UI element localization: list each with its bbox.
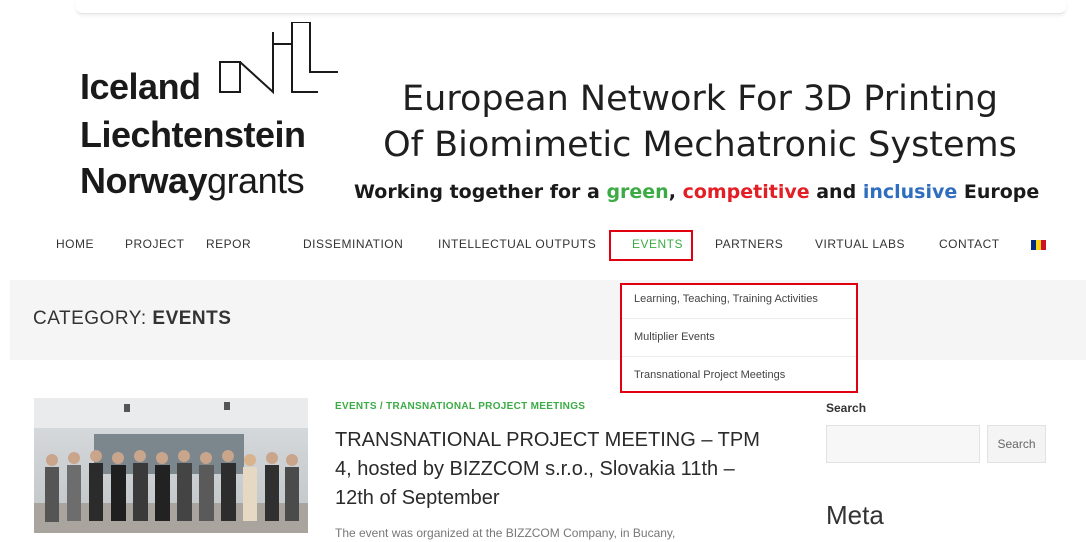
- sidebar-search-input[interactable]: [826, 425, 980, 463]
- tagline-part-4: Europe: [957, 181, 1040, 203]
- events-dropdown-menu: Learning, Teaching, Training Activities …: [620, 283, 858, 393]
- sidebar-search-button[interactable]: Search: [987, 425, 1046, 463]
- site-title-line-1: European Network For 3D Printing: [402, 79, 998, 119]
- nav-item-dissemination[interactable]: DISSEMINATION: [303, 237, 403, 251]
- grants-logo-icon: [219, 22, 338, 95]
- dropdown-item-multiplier-events[interactable]: Multiplier Events: [634, 331, 715, 343]
- dropdown-item-learning-teaching[interactable]: Learning, Teaching, Training Activities: [634, 293, 818, 305]
- romania-flag-icon[interactable]: [1031, 240, 1046, 250]
- tagline-part-3: and: [809, 181, 863, 203]
- site-tagline: Working together for a green, competitiv…: [354, 181, 1039, 203]
- dropdown-item-transnational-meetings[interactable]: Transnational Project Meetings: [634, 369, 785, 381]
- nav-item-project[interactable]: PROJECT: [125, 237, 185, 251]
- post-thumbnail[interactable]: [34, 398, 308, 533]
- group-photo-image: [34, 398, 308, 533]
- nav-item-events[interactable]: EVENTS: [632, 237, 683, 251]
- logo-norway: Norway: [80, 160, 208, 201]
- category-prefix: CATEGORY:: [33, 308, 153, 329]
- logo-line-norway-grants: Norwaygrants: [80, 160, 305, 202]
- nav-item-home[interactable]: HOME: [56, 237, 94, 251]
- nav-item-partners[interactable]: PARTNERS: [715, 237, 783, 251]
- tagline-inclusive: inclusive: [862, 181, 958, 203]
- tagline-competitive: competitive: [682, 181, 810, 203]
- nav-item-virtual-labs[interactable]: VIRTUAL LABS: [815, 237, 905, 251]
- category-header: CATEGORY: EVENTS: [10, 280, 1086, 360]
- site-title-line-2: Of Biomimetic Mechatronic Systems: [383, 125, 1017, 165]
- site-logo[interactable]: Iceland Liechtenstein Norwaygrants: [80, 22, 350, 202]
- site-title: European Network For 3D Printing Of Biom…: [340, 76, 1060, 168]
- main-navigation: HOME PROJECT REPOR DISSEMINATION INTELLE…: [0, 230, 1086, 261]
- tagline-green: green: [606, 181, 669, 203]
- tagline-part-2: ,: [668, 181, 683, 203]
- logo-line-liechtenstein: Liechtenstein: [80, 114, 306, 155]
- sidebar-search-label: Search: [826, 401, 867, 415]
- top-search-strip: [76, 0, 1066, 14]
- category-title: CATEGORY: EVENTS: [33, 308, 231, 330]
- logo-grants: grants: [207, 160, 305, 201]
- tagline-part-1: Working together for a: [354, 181, 607, 203]
- post-excerpt: The event was organized at the BIZZCOM C…: [335, 526, 676, 540]
- category-name: EVENTS: [152, 308, 232, 329]
- dropdown-divider: [622, 318, 856, 319]
- nav-item-intellectual-outputs[interactable]: INTELLECTUAL OUTPUTS: [438, 237, 596, 251]
- dropdown-divider: [622, 356, 856, 357]
- nav-item-contact[interactable]: CONTACT: [939, 237, 1000, 251]
- sidebar-meta-heading: Meta: [826, 500, 884, 530]
- nav-item-reports[interactable]: REPOR: [206, 237, 251, 251]
- post-title-link[interactable]: TRANSNATIONAL PROJECT MEETING – TPM 4, h…: [335, 426, 765, 513]
- logo-line-iceland: Iceland: [80, 66, 201, 107]
- post-categories-link[interactable]: EVENTS / TRANSNATIONAL PROJECT MEETINGS: [335, 401, 585, 412]
